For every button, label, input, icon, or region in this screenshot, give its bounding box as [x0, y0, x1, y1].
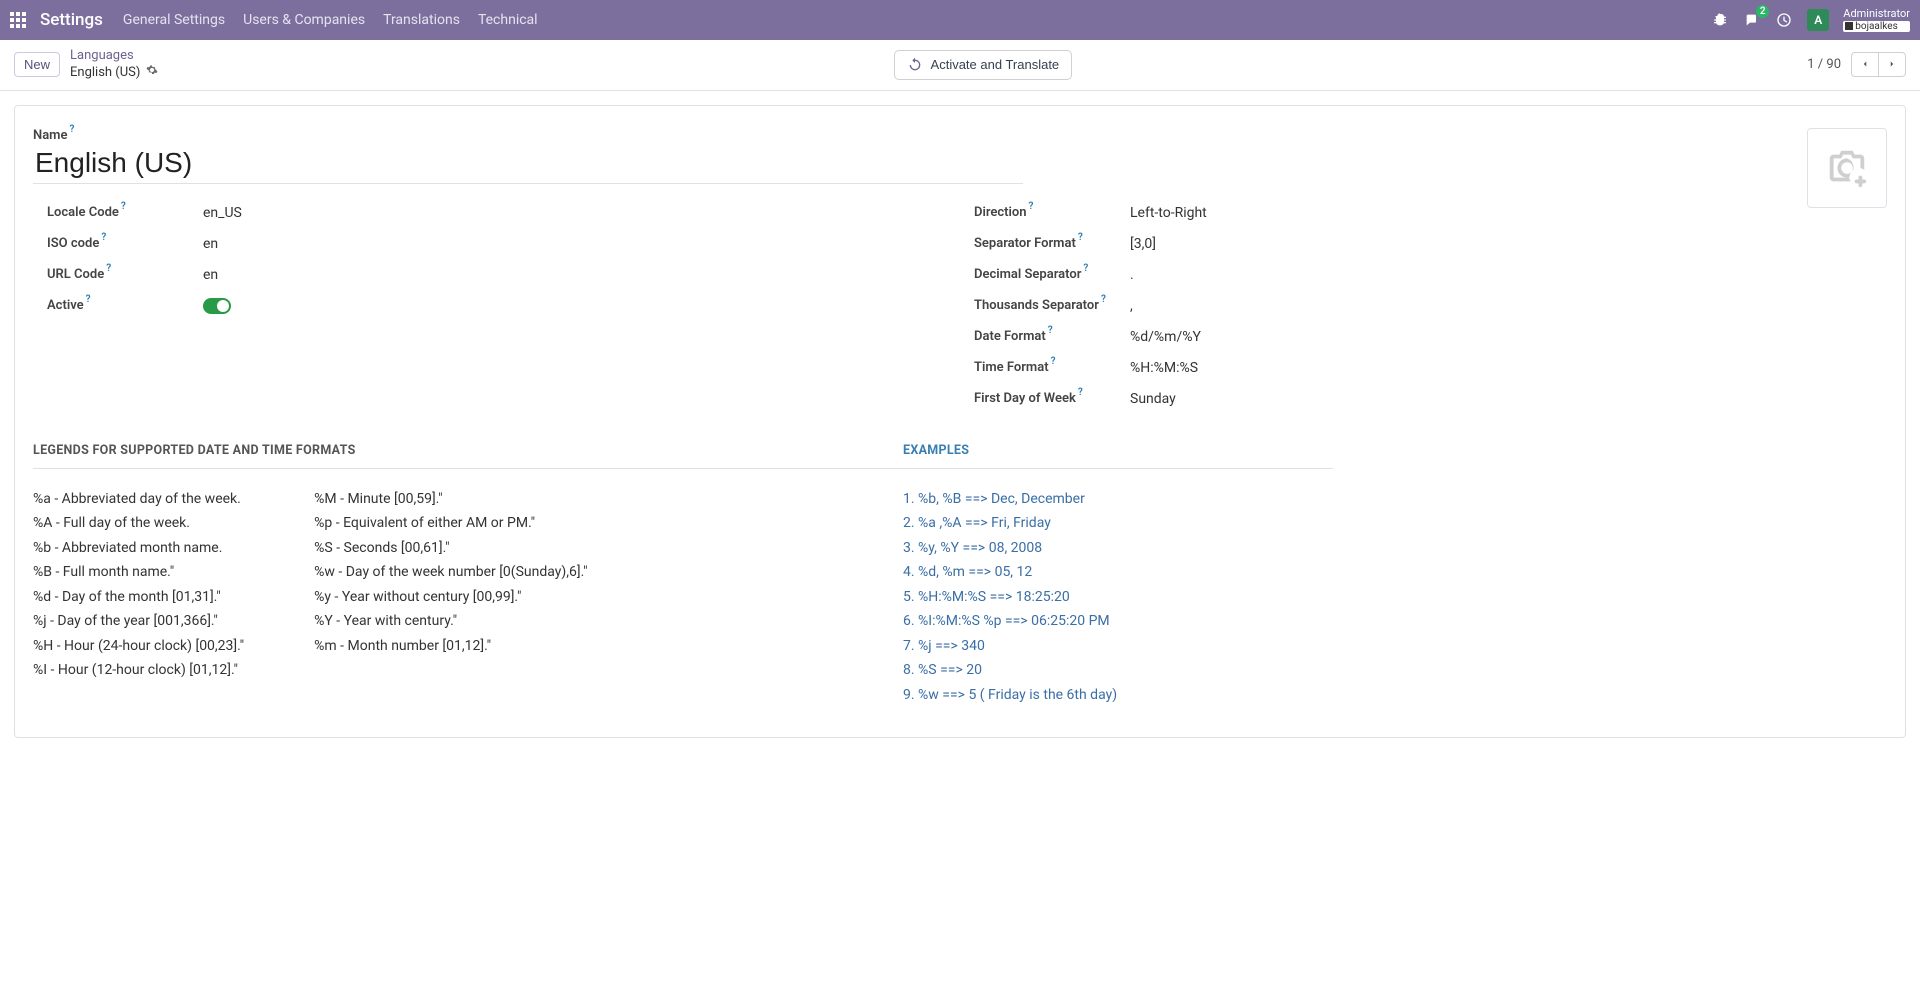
iso-code-help-icon[interactable]: ?: [101, 232, 106, 243]
clock-icon[interactable]: [1775, 11, 1793, 29]
locale-code-label: Locale Code: [47, 205, 119, 220]
text-line: 9. %w ==> 5 ( Friday is the 6th day): [903, 683, 1333, 708]
examples-body: 1. %b, %B ==> Dec, December2. %a ,%A ==>…: [903, 469, 1333, 714]
breadcrumb-current: English (US): [70, 65, 140, 81]
app-title[interactable]: Settings: [40, 10, 103, 30]
nav-translations[interactable]: Translations: [381, 6, 462, 34]
chevron-right-icon: [1887, 59, 1897, 69]
text-line: 1. %b, %B ==> Dec, December: [903, 487, 1333, 512]
chevron-left-icon: [1860, 59, 1870, 69]
first-dow-label: First Day of Week: [974, 391, 1076, 406]
thousands-separator-help-icon[interactable]: ?: [1101, 294, 1106, 305]
text-line: %b - Abbreviated month name.: [33, 536, 244, 561]
text-line: %I - Hour (12-hour clock) [01,12].": [33, 658, 244, 683]
controlbar: New Languages English (US) Activate and …: [0, 40, 1920, 91]
text-line: 4. %d, %m ==> 05, 12: [903, 560, 1333, 585]
name-help-icon[interactable]: ?: [69, 124, 74, 135]
separator-format-help-icon[interactable]: ?: [1078, 232, 1083, 243]
text-line: %H - Hour (24-hour clock) [00,23].": [33, 634, 244, 659]
nav-technical[interactable]: Technical: [476, 6, 540, 34]
nav-general-settings[interactable]: General Settings: [121, 6, 227, 34]
text-line: %w - Day of the week number [0(Sunday),6…: [314, 560, 587, 585]
thousands-separator-label: Thousands Separator: [974, 298, 1099, 313]
legend-col-2: %M - Minute [00,59]."%p - Equivalent of …: [314, 487, 587, 683]
tab-legends[interactable]: LEGENDS FOR SUPPORTED DATE AND TIME FORM…: [33, 435, 356, 468]
text-line: 6. %I:%M:%S %p ==> 06:25:20 PM: [903, 609, 1333, 634]
text-line: %m - Month number [01,12].": [314, 634, 587, 659]
image-upload[interactable]: [1807, 128, 1887, 208]
direction-help-icon[interactable]: ?: [1029, 201, 1034, 212]
breadcrumb-parent[interactable]: Languages: [70, 48, 158, 64]
text-line: %a - Abbreviated day of the week.: [33, 487, 244, 512]
separator-format-label: Separator Format: [974, 236, 1076, 251]
camera-plus-icon: [1824, 145, 1870, 191]
first-dow-value[interactable]: Sunday: [1130, 388, 1520, 407]
url-code-value[interactable]: en: [203, 264, 593, 283]
pager-next-button[interactable]: [1878, 52, 1906, 77]
url-code-help-icon[interactable]: ?: [106, 263, 111, 274]
text-line: %d - Day of the month [01,31].": [33, 585, 244, 610]
iso-code-label: ISO code: [47, 236, 99, 251]
legend-col-1: %a - Abbreviated day of the week.%A - Fu…: [33, 487, 244, 683]
chat-icon[interactable]: 2: [1743, 11, 1761, 29]
text-line: %S - Seconds [00,61].": [314, 536, 587, 561]
debug-icon[interactable]: [1711, 11, 1729, 29]
date-format-label: Date Format: [974, 329, 1046, 344]
direction-value[interactable]: Left-to-Right: [1130, 202, 1520, 221]
user-name: Administrator: [1843, 8, 1910, 20]
active-help-icon[interactable]: ?: [86, 294, 91, 305]
pager-prev-button[interactable]: [1851, 52, 1878, 77]
topbar: Settings General Settings Users & Compan…: [0, 0, 1920, 40]
activate-translate-button[interactable]: Activate and Translate: [894, 50, 1073, 80]
gear-icon[interactable]: [146, 64, 158, 81]
decimal-separator-help-icon[interactable]: ?: [1083, 263, 1088, 274]
text-line: %Y - Year with century.": [314, 609, 587, 634]
chat-badge: 2: [1756, 5, 1769, 18]
pager-count: 1 / 90: [1807, 57, 1841, 72]
text-line: 7. %j ==> 340: [903, 634, 1333, 659]
user-company: bojaalkes: [1843, 21, 1910, 32]
pager: 1 / 90: [1807, 52, 1906, 77]
form-sheet: Name ? Locale Code? en_US ISO code? en U…: [14, 105, 1906, 739]
legends-body: %a - Abbreviated day of the week.%A - Fu…: [33, 469, 903, 689]
decimal-separator-value[interactable]: .: [1130, 264, 1520, 283]
text-line: %B - Full month name.": [33, 560, 244, 585]
active-toggle[interactable]: [203, 298, 231, 314]
date-format-help-icon[interactable]: ?: [1048, 325, 1053, 336]
text-line: %j - Day of the year [001,366].": [33, 609, 244, 634]
thousands-separator-value[interactable]: ,: [1130, 295, 1520, 314]
user-avatar[interactable]: A: [1807, 9, 1829, 31]
tab-examples[interactable]: EXAMPLES: [903, 435, 969, 468]
breadcrumb: Languages English (US): [70, 48, 158, 82]
activate-label: Activate and Translate: [931, 57, 1060, 72]
first-dow-help-icon[interactable]: ?: [1078, 387, 1083, 398]
text-line: %M - Minute [00,59].": [314, 487, 587, 512]
time-format-help-icon[interactable]: ?: [1051, 356, 1056, 367]
separator-format-value[interactable]: [3,0]: [1130, 233, 1520, 252]
direction-label: Direction: [974, 205, 1027, 220]
text-line: %p - Equivalent of either AM or PM.": [314, 511, 587, 536]
text-line: %A - Full day of the week.: [33, 511, 244, 536]
text-line: %y - Year without century [00,99].": [314, 585, 587, 610]
refresh-icon: [907, 57, 923, 73]
text-line: 3. %y, %Y ==> 08, 2008: [903, 536, 1333, 561]
decimal-separator-label: Decimal Separator: [974, 267, 1081, 282]
text-line: 5. %H:%M:%S ==> 18:25:20: [903, 585, 1333, 610]
name-input[interactable]: [33, 143, 1023, 184]
url-code-label: URL Code: [47, 267, 104, 282]
time-format-label: Time Format: [974, 360, 1049, 375]
name-label: Name: [33, 128, 67, 143]
text-line: 8. %S ==> 20: [903, 658, 1333, 683]
locale-code-help-icon[interactable]: ?: [121, 201, 126, 212]
date-format-value[interactable]: %d/%m/%Y: [1130, 326, 1520, 345]
time-format-value[interactable]: %H:%M:%S: [1130, 357, 1520, 376]
active-label: Active: [47, 298, 84, 313]
user-menu[interactable]: Administrator bojaalkes: [1843, 8, 1910, 31]
iso-code-value[interactable]: en: [203, 233, 593, 252]
text-line: 2. %a ,%A ==> Fri, Friday: [903, 511, 1333, 536]
locale-code-value[interactable]: en_US: [203, 202, 593, 221]
apps-icon[interactable]: [10, 12, 26, 28]
nav-users-companies[interactable]: Users & Companies: [241, 6, 367, 34]
new-button[interactable]: New: [14, 52, 60, 77]
